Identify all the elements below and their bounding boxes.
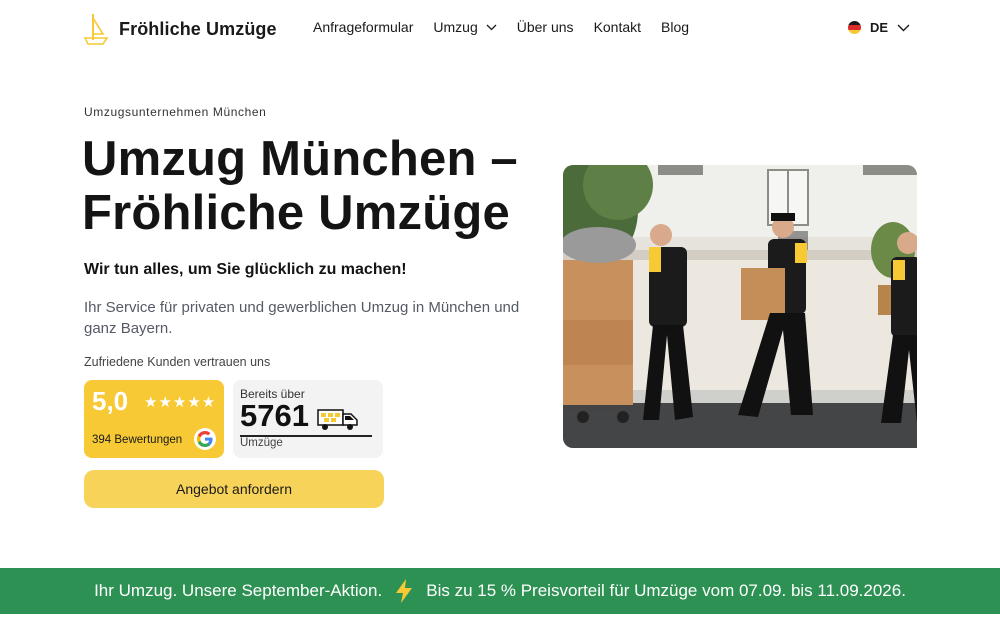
nav-item-label: Umzug	[433, 19, 478, 35]
nav-item-kontakt[interactable]: Kontakt	[594, 19, 641, 35]
hero-tagline: Wir tun alles, um Sie glücklich zu mache…	[84, 261, 407, 278]
nav-item-label: Kontakt	[593, 19, 642, 35]
promo-text-right: Bis zu 15 % Preisvorteil für Umzüge vom …	[426, 581, 906, 600]
page-title: Umzug München – Fröhliche Umzüge	[82, 132, 562, 240]
google-icon	[194, 428, 216, 450]
language-code: DE	[870, 20, 889, 35]
nav-item-label: Anfrageformular	[313, 19, 414, 35]
promo-text-left: Ihr Umzug. Unsere September-Aktion.	[94, 581, 383, 600]
hero-eyebrow: Umzugsunternehmen München	[84, 105, 267, 119]
moves-counter-card: Bereits über 5761 Umzüge	[233, 380, 383, 458]
rating-count: 394 Bewertungen	[92, 434, 183, 446]
rating-stars-icon: ★★★★★	[144, 394, 217, 411]
main-nav: Anfrageformular Umzug Über uns Kontakt B…	[313, 19, 689, 35]
nav-item-anfrageformular[interactable]: Anfrageformular	[313, 19, 413, 35]
title-line-2: Fröhliche Umzüge	[82, 186, 510, 240]
promo-banner[interactable]: Ihr Umzug. Unsere September-Aktion. Bis …	[0, 568, 1000, 614]
hero-description: Ihr Service für privaten und gewerbliche…	[84, 299, 520, 337]
movers-photo	[563, 165, 917, 448]
language-switcher[interactable]: DE	[848, 20, 910, 35]
rating-score: 5,0	[92, 386, 129, 416]
moves-unit: Umzüge	[240, 437, 283, 449]
brand-name: Fröhliche Umzüge	[119, 18, 277, 39]
german-flag-icon	[848, 21, 861, 34]
trust-label: Zufriedene Kunden vertrauen uns	[84, 355, 271, 369]
nav-item-umzug[interactable]: Umzug	[433, 19, 497, 35]
truck-icon	[317, 409, 358, 430]
nav-item-label: Über uns	[516, 19, 574, 35]
lightning-icon	[396, 579, 413, 603]
request-offer-button[interactable]: Angebot anfordern	[84, 470, 384, 508]
google-rating-card[interactable]: 5,0 ★★★★★ 394 Bewertungen	[84, 380, 224, 458]
nav-item-ueber-uns[interactable]: Über uns	[517, 19, 574, 35]
brand-logo[interactable]: Fröhliche Umzüge	[83, 12, 277, 46]
moves-count: 5761	[240, 398, 309, 433]
chevron-down-icon	[486, 24, 497, 30]
nav-item-blog[interactable]: Blog	[661, 19, 689, 35]
site-header: Fröhliche Umzüge Anfrageformular Umzug Ü…	[0, 0, 1000, 58]
title-line-1: Umzug München –	[82, 132, 518, 186]
sailboat-logo-icon	[83, 14, 109, 45]
chevron-down-icon	[897, 24, 910, 31]
nav-item-label: Blog	[661, 19, 690, 35]
